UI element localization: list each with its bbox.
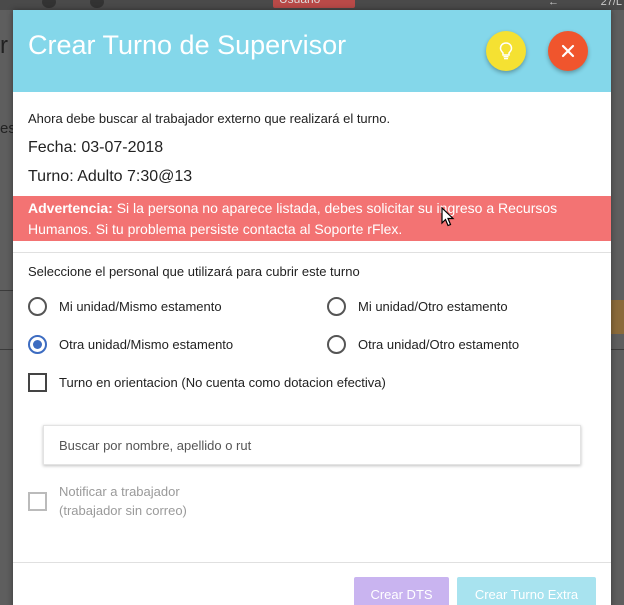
hint-button[interactable] (486, 31, 526, 71)
background-topbar: Usuario ← 27/L (0, 0, 624, 10)
warning-banner: Advertencia: Si la persona no aparece li… (13, 196, 611, 241)
radio-otra-unidad-otro-estamento[interactable]: Otra unidad/Otro estamento (327, 335, 519, 354)
search-field[interactable] (43, 425, 581, 465)
warning-label: Advertencia: (28, 200, 113, 216)
radio-button[interactable] (327, 297, 346, 316)
chat-icon (90, 0, 104, 8)
notify-worker-row[interactable]: Notificar a trabajador (trabajador sin c… (28, 482, 187, 520)
back-arrow-icon: ← (548, 0, 559, 8)
help-icon (42, 0, 56, 8)
radio-button[interactable] (28, 297, 47, 316)
background-heading: r (0, 32, 8, 59)
close-button[interactable] (548, 31, 588, 71)
search-input[interactable] (59, 438, 565, 453)
close-icon (561, 44, 575, 58)
user-menu-button: Usuario (273, 0, 355, 8)
radio-label: Mi unidad/Otro estamento (358, 299, 508, 314)
orientation-checkbox-label: Turno en orientacion (No cuenta como dot… (59, 375, 386, 390)
select-personnel-label: Seleccione el personal que utilizará par… (28, 264, 360, 279)
background-button (611, 300, 624, 334)
divider (13, 252, 611, 253)
notify-label-line2: (trabajador sin correo) (59, 503, 187, 518)
create-dts-button[interactable]: Crear DTS (354, 577, 449, 605)
radio-button[interactable] (327, 335, 346, 354)
radio-label: Mi unidad/Mismo estamento (59, 299, 222, 314)
create-shift-modal: Crear Turno de Supervisor Ahora debe bus… (13, 10, 611, 605)
orientation-checkbox-row[interactable]: Turno en orientacion (No cuenta como dot… (28, 373, 386, 392)
lightbulb-icon (499, 42, 513, 60)
modal-header: Crear Turno de Supervisor (13, 10, 611, 92)
background-date: 27/L (600, 0, 622, 8)
notify-checkbox[interactable] (28, 491, 47, 511)
shift-name: Turno: Adulto 7:30@13 (28, 168, 193, 185)
mouse-cursor-icon (441, 207, 455, 227)
footer-divider (13, 562, 611, 563)
notify-label: Notificar a trabajador (trabajador sin c… (59, 482, 187, 520)
radio-mi-unidad-mismo-estamento[interactable]: Mi unidad/Mismo estamento (28, 297, 222, 316)
intro-text: Ahora debe buscar al trabajador externo … (28, 111, 391, 126)
background-divider (0, 290, 13, 291)
orientation-checkbox[interactable] (28, 373, 47, 392)
radio-otra-unidad-mismo-estamento[interactable]: Otra unidad/Mismo estamento (28, 335, 233, 354)
modal-title: Crear Turno de Supervisor (28, 30, 347, 60)
radio-mi-unidad-otro-estamento[interactable]: Mi unidad/Otro estamento (327, 297, 508, 316)
radio-label: Otra unidad/Mismo estamento (59, 337, 234, 352)
notify-label-line1: Notificar a trabajador (59, 484, 180, 499)
create-extra-shift-button[interactable]: Crear Turno Extra (457, 577, 596, 605)
shift-date: Fecha: 03-07-2018 (28, 139, 164, 156)
radio-label: Otra unidad/Otro estamento (358, 337, 520, 352)
radio-button-selected[interactable] (28, 335, 47, 354)
